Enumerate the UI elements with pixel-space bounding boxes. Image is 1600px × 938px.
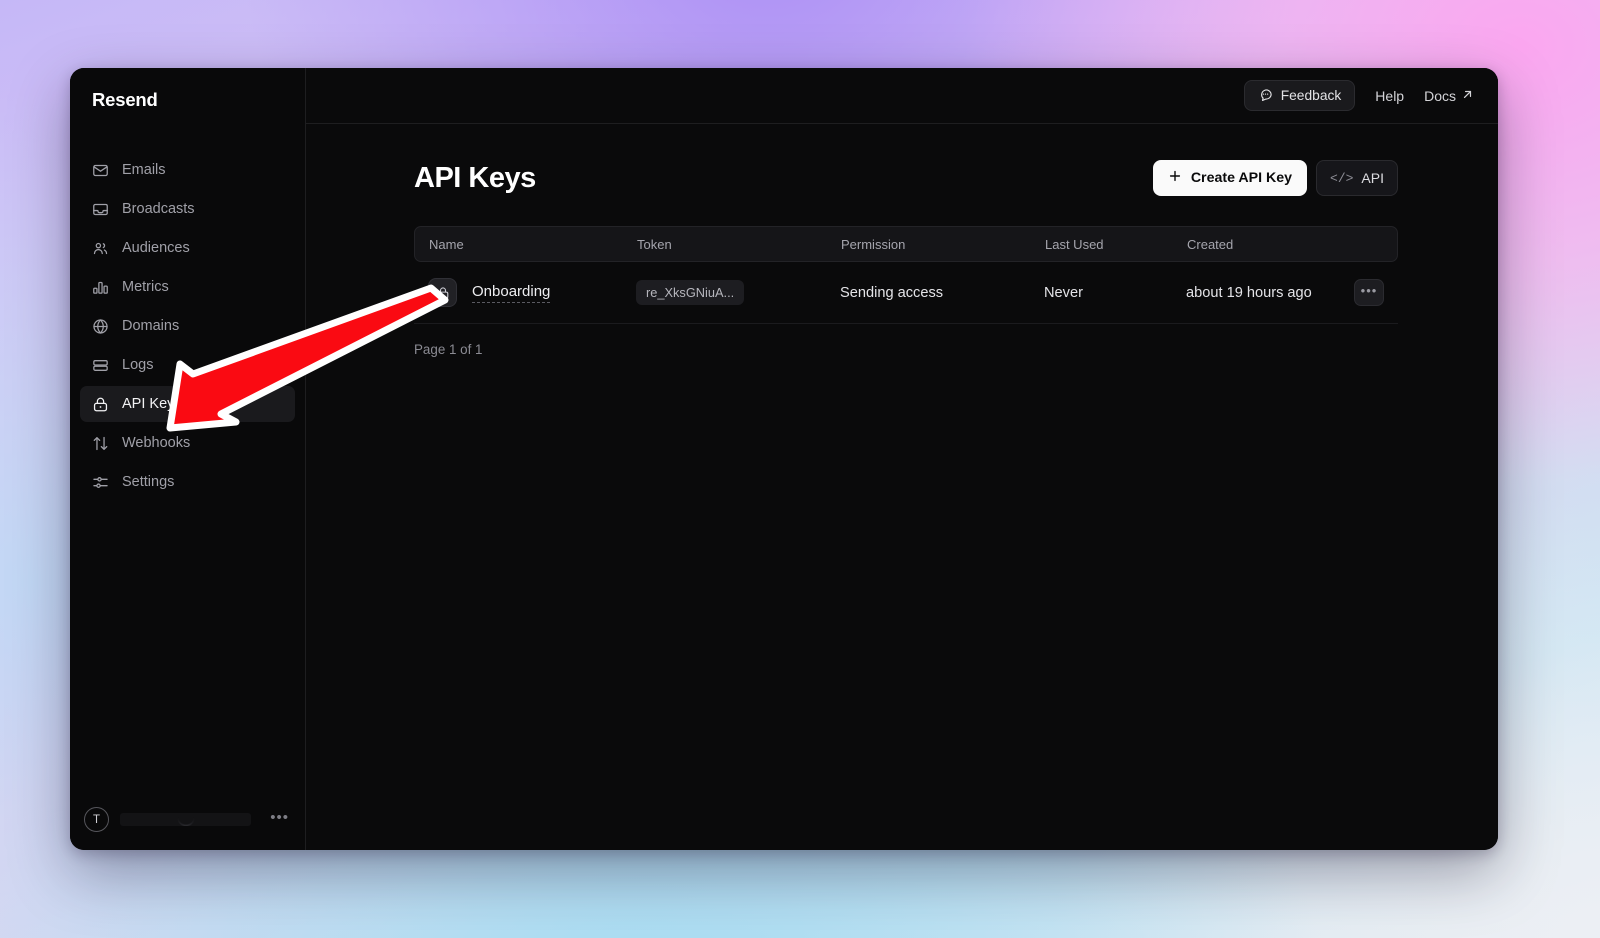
envelope-icon	[92, 162, 109, 179]
sidebar-item-emails[interactable]: Emails	[80, 152, 295, 188]
table-header-row: Name Token Permission Last Used Created	[414, 226, 1398, 262]
cell-created: about 19 hours ago	[1186, 284, 1312, 301]
avatar: T	[84, 807, 109, 832]
help-link-label: Help	[1375, 87, 1405, 104]
page-actions: Create API Key </> API	[1152, 160, 1398, 196]
arrows-updown-icon	[92, 435, 109, 452]
feedback-button[interactable]: Feedback	[1243, 80, 1356, 111]
api-button[interactable]: </> API	[1316, 160, 1398, 196]
sidebar-item-label: Broadcasts	[122, 201, 195, 217]
lock-icon	[92, 396, 109, 413]
code-icon: </>	[1330, 170, 1354, 186]
sidebar-item-domains[interactable]: Domains	[80, 308, 295, 344]
sidebar-item-label: Webhooks	[122, 435, 191, 451]
sidebar-item-label: Metrics	[122, 279, 169, 295]
sidebar: Resend Emails Broadcasts Audiences Metri…	[70, 68, 306, 850]
column-header-permission: Permission	[841, 236, 906, 252]
api-key-token[interactable]: re_XksGNiuA...	[636, 280, 745, 305]
brand-name: Resend	[92, 89, 158, 110]
avatar-initial: T	[92, 813, 101, 826]
sliders-icon	[92, 474, 109, 491]
sidebar-nav: Emails Broadcasts Audiences Metrics Doma…	[70, 152, 305, 500]
sidebar-item-logs[interactable]: Logs	[80, 347, 295, 383]
api-key-name[interactable]: Onboarding	[472, 283, 551, 303]
row-menu-button[interactable]: •••	[1354, 279, 1384, 306]
logs-icon	[92, 357, 109, 374]
chat-bubble-icon	[1258, 87, 1273, 105]
table-row[interactable]: Onboarding re_XksGNiuA... Sending access…	[414, 262, 1398, 324]
sidebar-item-label: Emails	[122, 162, 166, 178]
cell-last-used: Never	[1044, 284, 1083, 301]
page-header: API Keys Create API Key </> API	[414, 160, 1398, 196]
create-api-key-label: Create API Key	[1190, 170, 1293, 186]
column-header-last-used: Last Used	[1045, 236, 1104, 252]
account-name-redacted	[120, 813, 252, 826]
feedback-button-label: Feedback	[1280, 88, 1342, 103]
cell-actions: •••	[1344, 279, 1384, 306]
main-area: Feedback Help Docs API Keys Create API K…	[306, 68, 1498, 850]
top-bar: Feedback Help Docs	[306, 68, 1498, 124]
sidebar-item-broadcasts[interactable]: Broadcasts	[80, 191, 295, 227]
brand[interactable]: Resend	[70, 72, 305, 128]
cell-name: Onboarding	[428, 278, 636, 307]
sidebar-item-settings[interactable]: Settings	[80, 464, 295, 500]
cell-token: re_XksGNiuA...	[636, 280, 840, 305]
external-link-icon	[1461, 88, 1474, 104]
page-title: API Keys	[414, 161, 536, 194]
sidebar-account[interactable]: T •••	[70, 807, 305, 850]
plus-icon	[1168, 169, 1182, 187]
sidebar-item-webhooks[interactable]: Webhooks	[80, 425, 295, 461]
column-header-created: Created	[1187, 236, 1234, 252]
page-content: API Keys Create API Key </> API Name Tok…	[306, 124, 1498, 850]
api-keys-table: Name Token Permission Last Used Created	[414, 226, 1398, 357]
sidebar-item-api-keys[interactable]: API Keys	[80, 386, 295, 422]
bar-chart-icon	[92, 279, 109, 296]
lock-icon	[428, 278, 457, 307]
pagination-label: Page 1 of 1	[414, 342, 483, 357]
sidebar-item-metrics[interactable]: Metrics	[80, 269, 295, 305]
sidebar-item-label: Logs	[122, 357, 154, 373]
sidebar-item-label: Audiences	[122, 240, 190, 256]
api-button-label: API	[1361, 170, 1384, 186]
docs-link[interactable]: Docs	[1424, 88, 1474, 104]
globe-icon	[92, 318, 109, 335]
sidebar-item-label: Settings	[122, 474, 175, 490]
app-window: Resend Emails Broadcasts Audiences Metri…	[70, 68, 1498, 850]
inbox-icon	[92, 201, 109, 218]
users-icon	[92, 240, 109, 257]
sidebar-item-label: API Keys	[122, 396, 182, 412]
sidebar-item-label: Domains	[122, 318, 180, 334]
create-api-key-button[interactable]: Create API Key	[1152, 160, 1308, 196]
column-header-name: Name	[429, 236, 464, 252]
account-menu-button[interactable]: •••	[268, 808, 291, 831]
sidebar-item-audiences[interactable]: Audiences	[80, 230, 295, 266]
help-link[interactable]: Help	[1375, 88, 1404, 104]
cell-permission: Sending access	[840, 284, 944, 301]
docs-link-label: Docs	[1424, 87, 1456, 104]
column-header-token: Token	[637, 236, 672, 252]
